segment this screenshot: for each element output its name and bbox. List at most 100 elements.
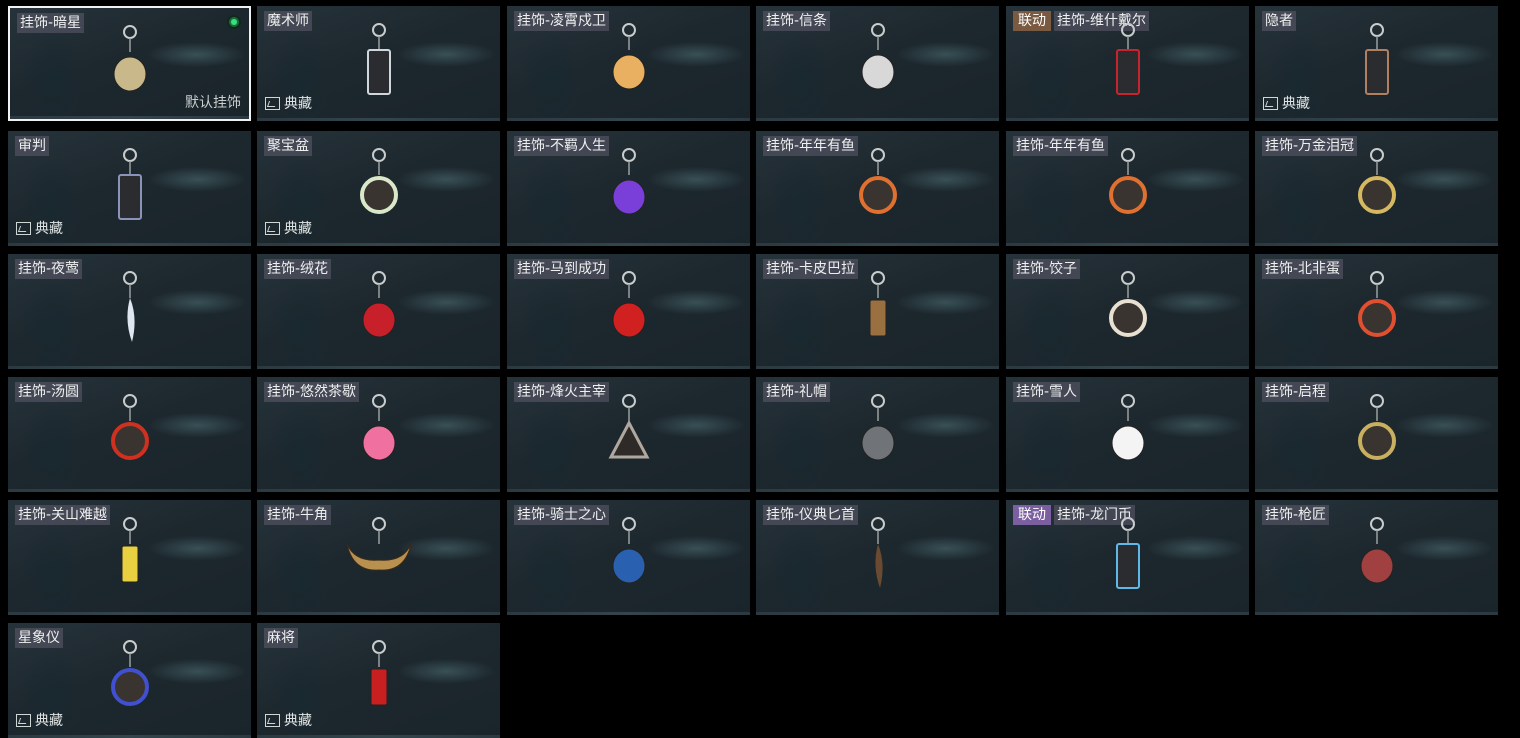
charm-title-tags: 聚宝盆 <box>264 136 312 156</box>
charm-card[interactable]: 挂饰-凌霄戍卫 <box>507 6 750 121</box>
charm-title-tags: 挂饰-雪人 <box>1013 382 1081 402</box>
charm-title-tags: 魔术师 <box>264 11 312 31</box>
capybara-charm-icon <box>869 271 886 337</box>
sneaker-charm-icon <box>612 148 645 215</box>
collection-icon <box>265 96 280 110</box>
charm-name: 星象仪 <box>15 628 63 648</box>
collection-icon <box>1263 96 1278 110</box>
charm-title-tags: 挂饰-夜莺 <box>15 259 83 279</box>
triangle-emblem-charm-icon <box>608 394 649 459</box>
charm-card[interactable]: 挂饰-卡皮巴拉 <box>756 254 999 369</box>
charm-card[interactable]: 挂饰-雪人 <box>1006 377 1249 492</box>
charm-card[interactable]: 挂饰-汤圆 <box>8 377 251 492</box>
charm-name: 挂饰-礼帽 <box>763 382 831 402</box>
charm-card[interactable]: 挂饰-信条 <box>756 6 999 121</box>
eagle-charm-icon <box>861 23 894 90</box>
charm-card[interactable]: 挂饰-万金泪冠 <box>1255 131 1498 246</box>
dagger-charm-icon <box>870 517 885 588</box>
charm-name: 挂饰-牛角 <box>264 505 332 525</box>
charm-card[interactable]: 挂饰-年年有鱼 <box>756 131 999 246</box>
top-hat-charm-icon <box>861 394 894 461</box>
charm-card[interactable]: 挂饰-骑士之心 <box>507 500 750 615</box>
collection-badge: 典藏 <box>16 710 63 730</box>
charm-card[interactable]: 挂饰-不羁人生 <box>507 131 750 246</box>
dark-star-charm-icon <box>113 25 146 92</box>
charm-title-tags: 挂饰-启程 <box>1262 382 1330 402</box>
charm-name: 挂饰-北非蛋 <box>1262 259 1344 279</box>
cupcake-charm-icon <box>362 394 395 461</box>
charm-card[interactable]: 聚宝盆典藏 <box>257 131 500 246</box>
collection-icon <box>265 221 280 235</box>
shakshuka-charm-icon <box>1357 271 1396 337</box>
charm-title-tags: 挂饰-牛角 <box>264 505 332 525</box>
charm-name: 聚宝盆 <box>264 136 312 156</box>
lungmen-coin-card-charm-icon <box>1115 517 1140 589</box>
charm-card[interactable]: 挂饰-枪匠 <box>1255 500 1498 615</box>
charm-name: 魔术师 <box>264 11 312 31</box>
charm-card[interactable]: 挂饰-烽火主宰 <box>507 377 750 492</box>
charm-name: 挂饰-枪匠 <box>1262 505 1330 525</box>
charm-name: 挂饰-信条 <box>763 11 831 31</box>
collection-label: 典藏 <box>35 221 63 237</box>
charm-card[interactable]: 挂饰-仪典匕首 <box>756 500 999 615</box>
fish-charm-icon <box>858 148 897 214</box>
collection-badge: 典藏 <box>1263 93 1310 113</box>
collection-badge: 典藏 <box>265 710 312 730</box>
charm-name: 挂饰-绒花 <box>264 259 332 279</box>
knight-cross-charm-icon <box>612 517 645 584</box>
charm-card[interactable]: 星象仪典藏 <box>8 623 251 738</box>
charm-card[interactable]: 隐者 典藏 <box>1255 6 1498 121</box>
charm-card[interactable]: 挂饰-夜莺 <box>8 254 251 369</box>
collab-badge: 联动 <box>1013 11 1051 31</box>
charm-card[interactable]: 挂饰-暗星 默认挂饰 <box>8 6 251 121</box>
charm-card[interactable]: 挂饰-绒花 <box>257 254 500 369</box>
rocket-charm-icon <box>612 23 645 90</box>
charm-card[interactable]: 审判典藏 <box>8 131 251 246</box>
bull-horns-charm-icon <box>346 517 411 571</box>
feather-charm-icon <box>122 271 137 342</box>
astrolabe-charm-icon <box>110 640 149 706</box>
charm-title-tags: 挂饰-礼帽 <box>763 382 831 402</box>
charm-title-tags: 隐者 <box>1262 11 1296 31</box>
charm-name: 隐者 <box>1262 11 1296 31</box>
charm-card[interactable]: 挂饰-关山难越 <box>8 500 251 615</box>
charm-card[interactable]: 魔术师典藏 <box>257 6 500 121</box>
charm-name: 挂饰-雪人 <box>1013 382 1081 402</box>
charm-card[interactable]: 挂饰-悠然茶歇 <box>257 377 500 492</box>
charm-card[interactable]: 挂饰-礼帽 <box>756 377 999 492</box>
collection-label: 典藏 <box>284 96 312 112</box>
charm-card[interactable]: 挂饰-马到成功 <box>507 254 750 369</box>
charm-title-tags: 审判 <box>15 136 49 156</box>
charm-name: 挂饰-汤圆 <box>15 382 83 402</box>
charm-card[interactable]: 挂饰-年年有鱼 <box>1006 131 1249 246</box>
equipped-indicator-icon <box>227 15 241 29</box>
collection-badge: 典藏 <box>265 93 312 113</box>
collection-badge: 典藏 <box>265 218 312 238</box>
tangyuan-bowl-charm-icon <box>110 394 149 460</box>
collection-label: 典藏 <box>284 221 312 237</box>
charm-card[interactable]: 麻将典藏 <box>257 623 500 738</box>
charm-name: 挂饰-夜莺 <box>15 259 83 279</box>
charm-card[interactable]: 联动 挂饰-龙门币 <box>1006 500 1249 615</box>
charm-card[interactable]: 挂饰-牛角 <box>257 500 500 615</box>
gunsmith-badge-charm-icon <box>1360 517 1393 584</box>
collection-badge: 典藏 <box>16 218 63 238</box>
charm-grid: 挂饰-暗星 默认挂饰 魔术师 典藏 挂饰-凌霄戍卫 挂饰-信条 联动 挂饰-维什戴尔 隐者 典藏审… <box>0 0 1520 738</box>
charm-card[interactable]: 联动 挂饰-维什戴尔 <box>1006 6 1249 121</box>
collab-badge: 联动 <box>1013 505 1051 525</box>
dumpling-plate-charm-icon <box>1108 271 1147 337</box>
charm-name: 麻将 <box>264 628 298 648</box>
gold-bar-charm-icon <box>121 517 138 583</box>
collection-label: 典藏 <box>284 713 312 729</box>
charm-card[interactable]: 挂饰-北非蛋 <box>1255 254 1498 369</box>
judgement-card-charm-icon <box>117 148 142 220</box>
charm-title-tags: 挂饰-枪匠 <box>1262 505 1330 525</box>
collection-icon <box>16 713 31 727</box>
charm-name: 挂饰-暗星 <box>17 13 85 33</box>
collection-icon <box>265 713 280 727</box>
collection-label: 典藏 <box>35 713 63 729</box>
compass-charm-icon <box>1357 394 1396 460</box>
charm-title-tags: 挂饰-饺子 <box>1013 259 1081 279</box>
charm-card[interactable]: 挂饰-饺子 <box>1006 254 1249 369</box>
charm-card[interactable]: 挂饰-启程 <box>1255 377 1498 492</box>
